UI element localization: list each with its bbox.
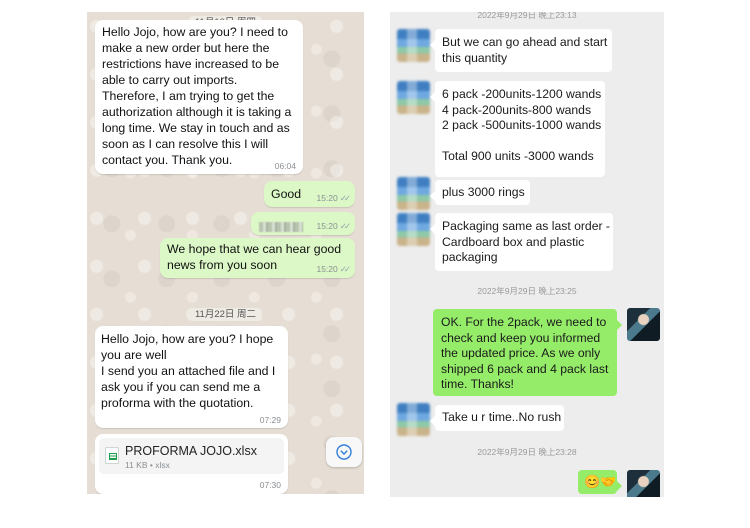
outgoing-message[interactable]: OK. For the 2pack, we need to check and … bbox=[433, 309, 622, 396]
incoming-message[interactable]: Hello Jojo, how are you? I hope you are … bbox=[95, 326, 288, 428]
timestamp: 2022年9月29日 晚上23:25 bbox=[477, 286, 577, 296]
message-text: Hello Jojo, how are you? I hope you are … bbox=[101, 332, 276, 410]
message-text: Take u r time..No rush bbox=[442, 410, 562, 424]
whatsapp-chat-panel: 11月10日 周四 Hello Jojo, how are you? I nee… bbox=[87, 12, 364, 494]
date-separator: 11月22日 周二 bbox=[87, 306, 364, 321]
contact-avatar[interactable] bbox=[397, 403, 430, 436]
redacted-text bbox=[259, 218, 303, 236]
outgoing-message[interactable]: 😊🤝 bbox=[578, 470, 622, 494]
message-text: Hello Jojo, how are you? I need to make … bbox=[102, 25, 292, 167]
message-text: 6 pack -200units-1200 wands 4 pack-200un… bbox=[442, 87, 602, 164]
message-time: 06:04 bbox=[274, 161, 296, 171]
incoming-message[interactable]: But we can go ahead and start this quant… bbox=[430, 29, 612, 72]
wechat-chat-panel: 2022年9月29日 晚上23:13 But we can go ahead a… bbox=[390, 12, 664, 497]
outgoing-message[interactable]: Good 15:20 ✓✓ bbox=[264, 181, 355, 207]
scroll-down-button[interactable] bbox=[326, 437, 362, 467]
file-attachment[interactable]: PROFORMA JOJO.xlsx 11 KB • xlsx 07:30 bbox=[95, 434, 288, 494]
message-text: But we can go ahead and start this quant… bbox=[442, 35, 608, 65]
incoming-message[interactable]: plus 3000 rings bbox=[430, 180, 530, 205]
spreadsheet-icon bbox=[105, 447, 119, 464]
incoming-message[interactable]: Take u r time..No rush bbox=[430, 405, 564, 431]
timestamp: 2022年9月29日 晚上23:13 bbox=[477, 12, 577, 20]
timestamp: 2022年9月29日 晚上23:28 bbox=[477, 447, 577, 457]
contact-avatar[interactable] bbox=[397, 177, 430, 210]
message-text: OK. For the 2pack, we need to check and … bbox=[441, 315, 609, 392]
read-ticks-icon: ✓✓ bbox=[339, 221, 351, 231]
file-name: PROFORMA JOJO.xlsx bbox=[125, 444, 257, 458]
read-ticks-icon: ✓✓ bbox=[339, 193, 351, 203]
file-preview[interactable]: PROFORMA JOJO.xlsx 11 KB • xlsx bbox=[99, 438, 284, 474]
message-text: plus 3000 rings bbox=[442, 185, 525, 199]
my-avatar[interactable] bbox=[627, 308, 660, 341]
outgoing-message[interactable]: We hope that we can hear good news from … bbox=[160, 238, 355, 278]
contact-avatar[interactable] bbox=[397, 213, 430, 246]
message-time: 07:30 bbox=[259, 480, 281, 490]
chevron-down-icon bbox=[336, 444, 352, 460]
message-time: 15:20 ✓✓ bbox=[316, 193, 351, 203]
emoji-text: 😊🤝 bbox=[584, 474, 617, 489]
message-time: 07:29 bbox=[259, 415, 281, 425]
read-ticks-icon: ✓✓ bbox=[339, 264, 351, 274]
message-time: 15:20 ✓✓ bbox=[316, 221, 351, 231]
date-label: 11月22日 周二 bbox=[188, 308, 263, 321]
my-avatar[interactable] bbox=[627, 470, 660, 497]
outgoing-message-redacted[interactable]: 15:20 ✓✓ bbox=[251, 212, 355, 235]
message-time: 15:20 ✓✓ bbox=[316, 264, 351, 274]
incoming-message[interactable]: Packaging same as last order - Cardboard… bbox=[430, 213, 613, 271]
incoming-message[interactable]: 6 pack -200units-1200 wands 4 pack-200un… bbox=[430, 81, 605, 177]
message-text: Packaging same as last order - Cardboard… bbox=[442, 219, 610, 265]
contact-avatar[interactable] bbox=[397, 29, 430, 62]
file-meta: 11 KB • xlsx bbox=[125, 460, 170, 470]
message-text: Good bbox=[271, 187, 302, 201]
contact-avatar[interactable] bbox=[397, 81, 430, 114]
incoming-message[interactable]: Hello Jojo, how are you? I need to make … bbox=[95, 20, 303, 174]
